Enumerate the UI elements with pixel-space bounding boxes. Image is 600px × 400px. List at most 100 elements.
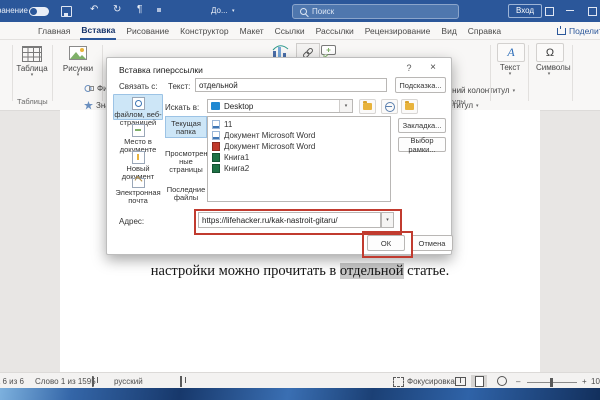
tab-draw[interactable]: Рисование (125, 23, 170, 39)
tab-help[interactable]: Справка (467, 23, 502, 39)
tab-home[interactable]: Главная (37, 23, 71, 39)
tab-view[interactable]: Вид (440, 23, 457, 39)
bookmark-button[interactable]: Закладка... (398, 118, 446, 133)
look-in-chevron-icon[interactable]: ▾ (339, 100, 352, 112)
new-document-icon (132, 151, 145, 164)
share-label: Поделиться (569, 26, 600, 36)
browse-file-button[interactable] (401, 99, 418, 114)
file-list[interactable]: 11 Документ Microsoft Word Документ Micr… (207, 116, 391, 202)
tab-insert[interactable]: Вставка (80, 22, 116, 40)
cancel-button[interactable]: Отмена (411, 235, 453, 251)
rail-current-folder[interactable]: Текущая папка (165, 116, 207, 138)
word-count[interactable]: Слово 1 из 1595 (35, 377, 96, 386)
tables-group-label: Таблицы (17, 97, 48, 106)
windows-taskbar[interactable] (0, 388, 600, 400)
proofing-icon[interactable] (92, 376, 94, 387)
file-row[interactable]: Книга2 (208, 163, 390, 174)
web-layout-icon (497, 376, 507, 386)
document-text[interactable]: настройки можно прочитать в отдельной ст… (60, 263, 540, 280)
focus-mode-button[interactable]: Фокусировка (407, 377, 455, 386)
pilcrow-icon[interactable]: ¶ (137, 5, 142, 15)
zoom-level[interactable]: 100% (591, 377, 600, 386)
sidebar-item-existing-file[interactable]: файлом, веб-страницей (113, 94, 163, 120)
restore-icon[interactable] (545, 7, 554, 16)
table-button[interactable]: Таблица ▾ (14, 46, 50, 77)
look-in-dropdown[interactable]: Desktop ▾ (207, 99, 353, 113)
tab-references[interactable]: Ссылки (274, 23, 306, 39)
address-label: Адрес: (119, 217, 144, 226)
address-chevron-icon[interactable]: ▾ (381, 212, 394, 228)
globe-icon (385, 102, 395, 112)
file-row[interactable]: Документ Microsoft Word (208, 141, 390, 152)
place-in-document-icon (132, 124, 145, 137)
tab-review[interactable]: Рецензирование (364, 23, 432, 39)
save-icon[interactable] (61, 6, 72, 17)
rail-recent-files[interactable]: Последние файлы (165, 186, 207, 202)
pictures-icon (69, 46, 87, 60)
dialog-title: Вставка гиперссылки (119, 65, 203, 75)
screentip-button[interactable]: Подсказка... (395, 77, 446, 93)
symbols-group-labelwrap[interactable]: Символы ▾ (536, 63, 562, 76)
tab-mailings[interactable]: Рассылки (315, 23, 355, 39)
zoom-in-icon[interactable]: + (582, 377, 587, 386)
ok-button[interactable]: ОК (367, 235, 405, 251)
print-layout-button[interactable] (471, 375, 487, 387)
word-window: Автосохранение ↶ ↻ ¶ До... ▾ Поиск Вход … (0, 0, 600, 400)
browse-web-button[interactable] (381, 99, 398, 114)
language-label[interactable]: русский (114, 377, 143, 386)
shapes-icon (84, 84, 94, 93)
excel-file-icon (212, 164, 220, 173)
close-icon[interactable] (588, 7, 597, 16)
text-a-icon: A (507, 45, 514, 60)
quick-access-icon[interactable] (157, 8, 161, 12)
up-one-folder-button[interactable] (359, 99, 376, 114)
text-group-button[interactable]: A (497, 43, 525, 62)
undo-icon[interactable]: ↶ (90, 5, 98, 15)
display-text-input[interactable] (195, 78, 387, 92)
link-with-label: Связать с: (119, 82, 158, 91)
omega-icon: Ω (546, 47, 554, 59)
pictures-button[interactable]: Рисунки ▾ (58, 46, 98, 77)
table-icon (22, 46, 42, 62)
dialog-close-icon[interactable]: × (425, 62, 441, 73)
focus-icon (393, 377, 404, 387)
signin-button[interactable]: Вход (508, 4, 542, 18)
tab-design[interactable]: Конструктор (179, 23, 229, 39)
target-frame-button[interactable]: Выбор рамки... (398, 137, 446, 152)
toggle-knob (30, 8, 37, 15)
share-button[interactable]: Поделиться (557, 26, 600, 36)
minimize-icon[interactable] (566, 10, 574, 11)
address-input[interactable] (198, 212, 381, 228)
doc-title-chevron-icon: ▾ (232, 8, 235, 14)
look-in-label: Искать в: (165, 103, 199, 112)
desktop-icon (211, 102, 220, 110)
redo-icon[interactable]: ↻ (113, 5, 121, 15)
document-title[interactable]: До... (211, 6, 228, 15)
word-file-icon (212, 131, 220, 140)
tab-layout[interactable]: Макет (239, 23, 265, 39)
share-icon (557, 28, 566, 35)
web-layout-button[interactable] (494, 375, 510, 387)
page-count[interactable]: Страница 6 из 6 (0, 377, 24, 386)
zoom-slider-thumb[interactable] (550, 378, 553, 387)
rail-browsed-pages[interactable]: Просмотрен-ные страницы (165, 150, 207, 174)
file-row[interactable]: 11 (208, 119, 390, 130)
ribbon-tabs: Главная Вставка Рисование Конструктор Ма… (0, 22, 600, 40)
existing-file-icon (132, 97, 145, 110)
accessibility-icon[interactable] (180, 376, 182, 387)
excel-file-icon (212, 153, 220, 162)
autosave-toggle[interactable] (29, 7, 49, 16)
zoom-out-icon[interactable]: – (516, 377, 520, 386)
symbols-group-button[interactable]: Ω (536, 43, 564, 62)
file-row[interactable]: Документ Microsoft Word (208, 130, 390, 141)
read-mode-button[interactable] (452, 375, 468, 387)
folder-up-icon (363, 103, 372, 110)
sidebar-item-email[interactable]: Электронная почта (113, 177, 163, 205)
search-placeholder: Поиск (312, 7, 334, 16)
search-input[interactable]: Поиск (292, 4, 459, 19)
dialog-help-icon[interactable]: ? (402, 63, 416, 73)
title-bar: Автосохранение ↶ ↻ ¶ До... ▾ Поиск Вход (0, 0, 600, 22)
print-layout-icon (475, 376, 484, 387)
file-row[interactable]: Книга1 (208, 152, 390, 163)
text-group-labelwrap[interactable]: Текст ▾ (497, 63, 523, 76)
